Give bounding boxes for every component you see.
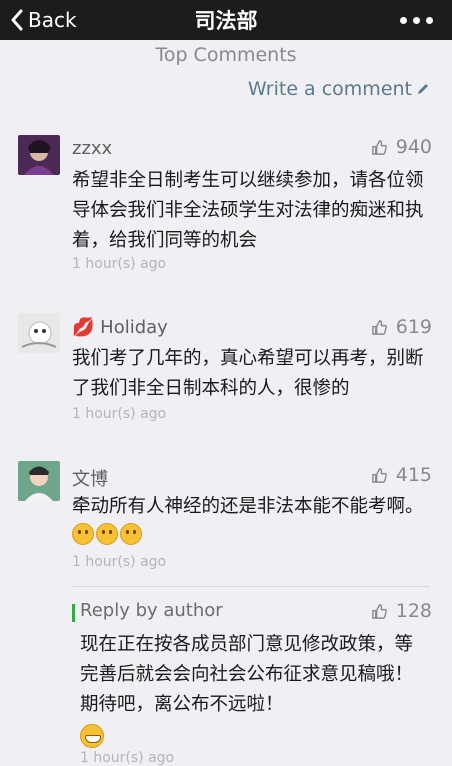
reply-divider [72,586,430,587]
avatar[interactable] [18,313,60,353]
avatar[interactable] [18,135,60,175]
thumbs-up-icon [371,467,387,483]
more-options-button[interactable] [400,6,436,32]
nickname: 文博 [72,469,108,490]
like-button[interactable]: 940 [371,136,432,158]
nickname: zzxx [72,138,113,159]
like-button[interactable]: 415 [371,464,432,486]
write-comment-link[interactable]: Write a comment [248,78,430,100]
like-count: 415 [395,464,432,486]
thumbs-up-icon [371,319,387,335]
thumbs-up-icon [371,603,387,619]
reply-like-button[interactable]: 128 [371,600,432,622]
comment-time: 1 hour(s) ago [72,256,167,272]
pencil-icon [418,84,428,94]
grin-emoji-icon [80,724,104,752]
back-label: Back [28,8,77,32]
comment-text: 希望非全日制考生可以继续参加，请各位领导体会我们非全法硕学生对法律的痴迷和执着，… [72,170,424,251]
avatar[interactable] [18,461,60,501]
like-count: 619 [395,316,432,338]
more-dots-icon [400,17,407,24]
section-title: Top Comments [155,44,297,66]
reply-time: 1 hour(s) ago [80,750,175,766]
smile-emoji-icon [72,523,94,545]
like-count: 128 [395,600,432,622]
thumbs-up-icon [371,139,387,155]
smile-emoji-icon [96,523,118,545]
chevron-left-icon [11,9,23,31]
smile-emoji-icon [120,523,142,545]
comment-time: 1 hour(s) ago [72,406,167,422]
reply-label: Reply by author [80,600,223,621]
write-comment-label: Write a comment [247,78,412,100]
emoji-group [72,523,144,547]
reply-accent-bar [72,604,75,622]
back-button[interactable]: Back [10,6,77,34]
nickname: Holiday [100,317,168,338]
comment-time: 1 hour(s) ago [72,554,167,570]
nickname-row: 💋 Holiday [72,317,168,338]
lips-icon: 💋 [72,317,95,338]
comment-text: 我们考了几年的，真心希望可以再考，别断了我们非全日制本科的人，很惨的 [72,348,424,399]
like-button[interactable]: 619 [371,316,432,338]
comment-text-block: 牵动所有人神经的还是非法本能不能考啊。 [72,492,432,552]
nav-bar: Back 司法部 [0,0,452,40]
reply-text: 现在正在按各成员部门意见修改政策，等完善后就会会向社会公布征求意见稿哦！期待吧，… [80,634,414,715]
comment-text: 牵动所有人神经的还是非法本能不能考啊。 [72,496,424,517]
like-count: 940 [395,136,432,158]
